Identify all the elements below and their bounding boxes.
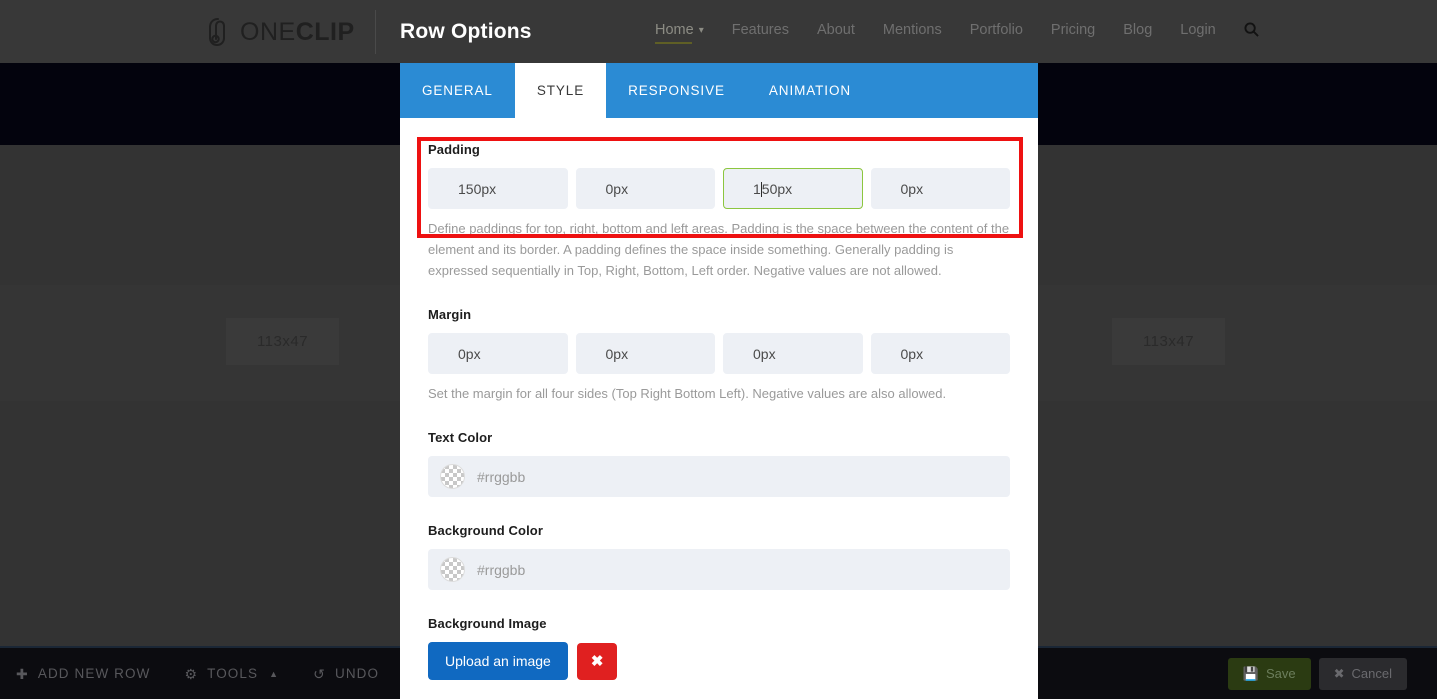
cancel-label: Cancel xyxy=(1352,666,1392,681)
padding-bottom-input[interactable]: 150px xyxy=(723,168,863,209)
nav-item-blog[interactable]: Blog xyxy=(1123,22,1152,44)
logo-text-bold: CLIP xyxy=(296,18,355,46)
plus-icon: ✚ xyxy=(16,667,29,681)
background-color-placeholder: #rrggbb xyxy=(477,562,525,578)
cancel-button[interactable]: ✖ Cancel xyxy=(1319,658,1407,690)
padding-right-input[interactable]: 0px xyxy=(576,168,716,209)
add-new-row-button[interactable]: ✚ ADD NEW ROW xyxy=(16,666,150,681)
tab-animation[interactable]: ANIMATION xyxy=(747,63,873,118)
text-color-input[interactable]: #rrggbb xyxy=(428,456,1010,497)
save-button[interactable]: 💾 Save xyxy=(1228,658,1311,690)
tab-style[interactable]: STYLE xyxy=(515,63,606,118)
undo-arrow-icon: ↺ xyxy=(313,667,326,681)
background-color-section: Background Color #rrggbb xyxy=(428,523,1010,590)
transparent-checker-icon[interactable] xyxy=(440,464,465,489)
modal-title: Row Options xyxy=(400,0,532,63)
nav-item-pricing[interactable]: Pricing xyxy=(1051,22,1095,44)
background-image-label: Background Image xyxy=(428,616,1010,631)
margin-top-input[interactable]: 0px xyxy=(428,333,568,374)
margin-label: Margin xyxy=(428,307,1010,322)
row-options-modal: Row Options GENERAL STYLE RESPONSIVE ANI… xyxy=(400,0,1038,699)
padding-top-input[interactable]: 150px xyxy=(428,168,568,209)
background-image-section: Background Image Upload an image ✖ xyxy=(428,616,1010,680)
builder-toolbar-right: 💾 Save ✖ Cancel xyxy=(1228,658,1407,690)
tab-general[interactable]: GENERAL xyxy=(400,63,515,118)
padding-left-input[interactable]: 0px xyxy=(871,168,1011,209)
add-new-row-label: ADD NEW ROW xyxy=(38,666,151,681)
padding-bottom-value-head: 1 xyxy=(753,181,761,197)
close-x-icon: ✖ xyxy=(1334,666,1345,682)
padding-inputs: 150px 0px 150px 0px xyxy=(428,168,1010,209)
upload-image-button[interactable]: Upload an image xyxy=(428,642,568,680)
image-placeholder: 113x47 xyxy=(226,318,339,365)
logo-divider xyxy=(375,10,376,54)
image-placeholder: 113x47 xyxy=(1112,318,1225,365)
caret-up-icon: ▲ xyxy=(269,669,279,679)
padding-bottom-value-tail: 50px xyxy=(762,181,792,197)
background-color-input[interactable]: #rrggbb xyxy=(428,549,1010,590)
search-icon[interactable] xyxy=(1244,22,1259,47)
nav-item-login[interactable]: Login xyxy=(1180,22,1215,44)
tab-responsive[interactable]: RESPONSIVE xyxy=(606,63,747,118)
transparent-checker-icon[interactable] xyxy=(440,557,465,582)
gear-icon: ⚙ xyxy=(184,667,198,681)
padding-section: Padding 150px 0px 150px 0px Define paddi… xyxy=(428,142,1010,281)
site-logo-text: ONECLIP xyxy=(240,18,355,47)
text-caret xyxy=(761,182,762,197)
padding-help-text: Define paddings for top, right, bottom a… xyxy=(428,218,1010,281)
modal-tabs: GENERAL STYLE RESPONSIVE ANIMATION xyxy=(400,63,1038,118)
margin-section: Margin 0px 0px 0px 0px Set the margin fo… xyxy=(428,307,1010,404)
background-color-label: Background Color xyxy=(428,523,1010,538)
builder-toolbar-left: ✚ ADD NEW ROW ⚙ TOOLS ▲ ↺ UNDO xyxy=(0,666,379,681)
save-label: Save xyxy=(1266,666,1296,681)
padding-label: Padding xyxy=(428,142,1010,157)
tools-label: TOOLS xyxy=(207,666,258,681)
remove-image-button[interactable]: ✖ xyxy=(577,643,618,680)
tools-button[interactable]: ⚙ TOOLS ▲ xyxy=(184,666,279,681)
text-color-placeholder: #rrggbb xyxy=(477,469,525,485)
floppy-disk-icon: 💾 xyxy=(1243,666,1259,682)
margin-help-text: Set the margin for all four sides (Top R… xyxy=(428,383,1010,404)
text-color-section: Text Color #rrggbb xyxy=(428,430,1010,497)
undo-label: UNDO xyxy=(335,666,379,681)
margin-left-input[interactable]: 0px xyxy=(871,333,1011,374)
logo-text-light: ONE xyxy=(240,18,296,46)
margin-inputs: 0px 0px 0px 0px xyxy=(428,333,1010,374)
paperclip-icon xyxy=(205,17,231,47)
text-color-label: Text Color xyxy=(428,430,1010,445)
margin-bottom-input[interactable]: 0px xyxy=(723,333,863,374)
undo-button[interactable]: ↺ UNDO xyxy=(313,666,379,681)
modal-body: Padding 150px 0px 150px 0px Define paddi… xyxy=(400,118,1038,699)
background-image-controls: Upload an image ✖ xyxy=(428,642,1010,680)
margin-right-input[interactable]: 0px xyxy=(576,333,716,374)
site-logo[interactable]: ONECLIP xyxy=(205,12,355,52)
